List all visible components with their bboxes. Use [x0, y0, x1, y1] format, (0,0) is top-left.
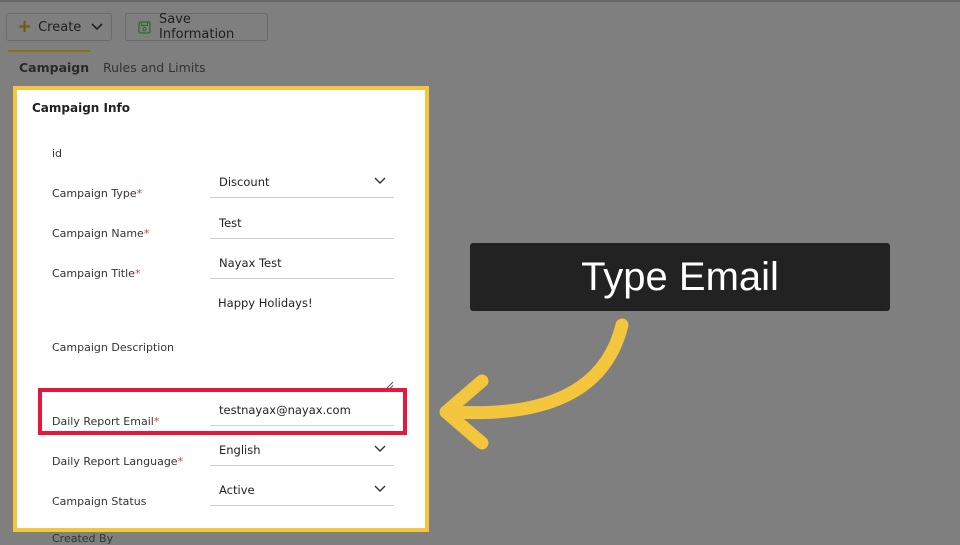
required-mark: *: [136, 187, 143, 200]
campaign-title-label-text: Campaign Title: [52, 267, 135, 280]
campaign-name-value: Test: [219, 216, 242, 230]
chevron-down-icon[interactable]: [91, 23, 103, 31]
chevron-down-icon[interactable]: [374, 485, 386, 493]
campaign-title-input[interactable]: Nayax Test: [210, 256, 394, 279]
create-label: Create: [38, 19, 82, 35]
campaign-type-label-text: Campaign Type: [52, 187, 137, 200]
id-label: id: [52, 147, 63, 160]
campaign-name-input[interactable]: Test: [210, 216, 394, 239]
chevron-down-icon[interactable]: [374, 445, 386, 453]
daily-report-language-value: English: [219, 443, 261, 457]
chevron-down-icon[interactable]: [374, 177, 386, 185]
campaign-name-label-text: Campaign Name: [52, 227, 144, 240]
campaign-title-value: Nayax Test: [219, 256, 282, 270]
create-button[interactable]: + Create: [6, 13, 112, 41]
campaign-name-label: Campaign Name*: [52, 227, 149, 240]
instruction-callout: Type Email: [470, 243, 890, 311]
required-mark: *: [177, 455, 184, 468]
save-icon: [138, 20, 151, 34]
campaign-status-label: Campaign Status: [52, 495, 147, 508]
curved-arrow-icon: [439, 318, 629, 450]
email-highlight-box: [38, 388, 407, 435]
daily-report-language-label: Daily Report Language*: [52, 455, 183, 468]
campaign-type-label: Campaign Type*: [52, 187, 142, 200]
campaign-description-textarea[interactable]: Happy Holidays!: [218, 296, 313, 310]
save-information-button[interactable]: Save Information: [125, 12, 268, 42]
created-by-label: Created By: [52, 532, 114, 545]
tab-campaign[interactable]: Campaign: [19, 60, 89, 75]
campaign-description-label: Campaign Description: [52, 341, 175, 354]
campaign-title-label: Campaign Title*: [52, 267, 140, 280]
save-information-label: Save Information: [159, 12, 235, 42]
campaign-status-value: Active: [219, 483, 255, 497]
top-border: [0, 0, 960, 2]
tab-rules-and-limits[interactable]: Rules and Limits: [103, 60, 206, 75]
callout-text: Type Email: [581, 254, 779, 299]
required-mark: *: [143, 227, 150, 240]
active-tab-indicator: [8, 50, 91, 52]
panel-title: Campaign Info: [32, 101, 130, 115]
campaign-status-select[interactable]: Active: [210, 483, 394, 506]
campaign-info-panel: Campaign Info id Campaign Type* Discount…: [13, 86, 429, 532]
daily-report-language-select[interactable]: English: [210, 443, 394, 466]
campaign-type-select[interactable]: Discount: [210, 175, 394, 198]
required-mark: *: [134, 267, 141, 280]
campaign-type-value: Discount: [219, 175, 270, 189]
plus-icon: +: [17, 16, 33, 37]
daily-report-language-label-text: Daily Report Language: [52, 455, 178, 468]
